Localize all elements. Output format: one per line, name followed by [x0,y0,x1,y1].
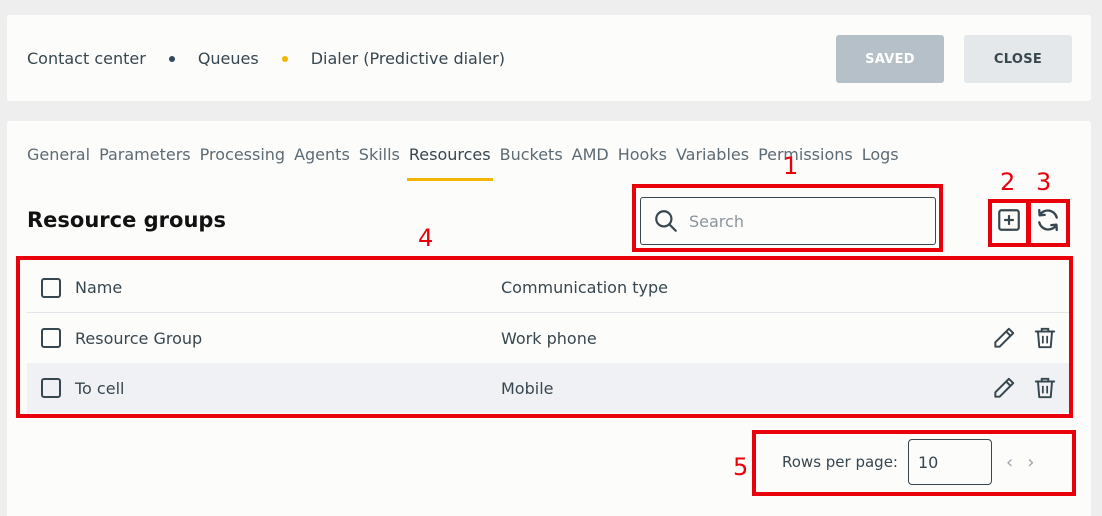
tab-permissions[interactable]: Permissions [758,145,853,179]
tab-hooks[interactable]: Hooks [618,145,667,179]
breadcrumb-separator-dot [281,55,288,62]
breadcrumb-current: Dialer (Predictive dialer) [310,49,505,68]
tab-bar: General Parameters Processing Agents Ski… [27,145,908,181]
tab-resources[interactable]: Resources [406,145,493,181]
annotation-box-1 [632,184,943,252]
annotation-box-5 [752,430,1076,496]
breadcrumb: Contact center Queues Dialer (Predictive… [27,49,505,68]
annotation-label-3: 3 [1036,168,1052,196]
annotation-box-2 [988,199,1030,247]
breadcrumb-queues[interactable]: Queues [198,49,259,68]
tab-general[interactable]: General [27,145,90,179]
tab-processing[interactable]: Processing [200,145,285,179]
tab-amd[interactable]: AMD [572,145,609,179]
section-title: Resource groups [27,208,226,232]
annotation-label-2: 2 [1000,168,1016,196]
annotation-box-4 [16,256,1073,418]
tab-variables[interactable]: Variables [676,145,749,179]
close-button[interactable]: CLOSE [964,35,1072,83]
header-bar: Contact center Queues Dialer (Predictive… [7,15,1091,101]
saved-button[interactable]: SAVED [836,35,944,83]
tab-logs[interactable]: Logs [862,145,899,179]
breadcrumb-separator-dot [168,55,175,62]
annotation-box-3 [1027,199,1070,247]
tab-skills[interactable]: Skills [359,145,400,179]
tab-parameters[interactable]: Parameters [99,145,191,179]
tab-buckets[interactable]: Buckets [500,145,563,179]
breadcrumb-contact-center[interactable]: Contact center [27,49,146,68]
annotation-label-4: 4 [418,224,434,252]
annotation-label-5: 5 [733,453,749,481]
tab-agents[interactable]: Agents [294,145,350,179]
annotation-label-1: 1 [783,152,799,180]
